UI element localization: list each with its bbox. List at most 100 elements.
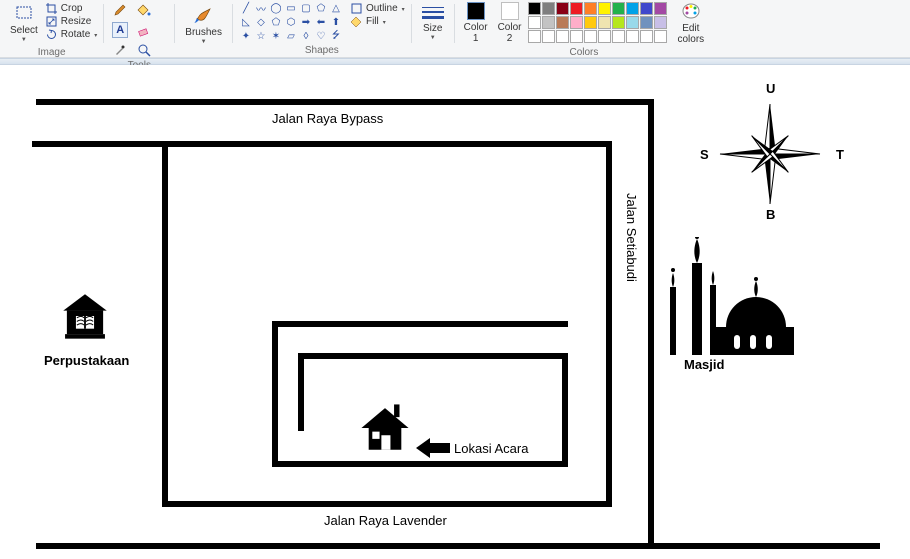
mosque-icon [664,237,794,358]
palette-swatch[interactable] [654,16,667,29]
event-location-label: Lokasi Acara [454,441,528,456]
palette-swatch[interactable] [598,2,611,15]
fill-icon[interactable] [136,2,152,18]
group-colors: Color 1 Color 2 Edit colors Colors [455,0,714,57]
chevron-down-icon: ▾ [383,19,386,26]
shape-star5-icon[interactable]: ☆ [254,30,268,43]
color-palette[interactable] [528,2,667,43]
shapes-gallery[interactable]: ╱ 〰 ◯ ▭ ▢ ⬠ △ ◺ ◇ ⬠ ⬡ ➡ ⬅ ⬆ ✦ ☆ ✶ ▱ ◊ ♡ [239,2,343,43]
crop-button[interactable]: Crop [46,2,97,15]
crop-icon [46,3,58,15]
color2-button[interactable]: Color 2 [498,2,522,44]
shape-hex-icon[interactable]: ⬡ [284,16,298,29]
shape-polygon-icon[interactable]: ⬠ [314,2,328,15]
shape-oval-icon[interactable]: ◯ [269,2,283,15]
eraser-icon[interactable] [136,22,152,38]
road-segment [32,141,168,147]
palette-swatch[interactable] [626,30,639,43]
color-picker-icon[interactable] [112,42,128,58]
shape-rtriangle-icon[interactable]: ◺ [239,16,253,29]
rotate-button[interactable]: Rotate ▾ [46,28,97,41]
shape-heart-icon[interactable]: ♡ [314,30,328,43]
palette-swatch[interactable] [556,2,569,15]
brush-icon [191,4,217,26]
road-segment [162,141,612,147]
palette-swatch[interactable] [640,16,653,29]
palette-swatch[interactable] [612,16,625,29]
shape-outline-button[interactable]: Outline ▾ [351,2,405,15]
drawing-canvas[interactable]: Jalan Raya Bypass Jalan Setiabudi Jalan … [0,65,910,559]
road-segment [36,543,880,549]
group-label-colors: Colors [461,47,708,58]
color1-button[interactable]: Color 1 [464,2,488,44]
palette-swatch[interactable] [626,16,639,29]
pencil-icon[interactable] [112,2,128,18]
palette-swatch[interactable] [528,16,541,29]
palette-swatch[interactable] [542,2,555,15]
group-label-image: Image [6,47,97,58]
shape-star6-icon[interactable]: ✶ [269,30,283,43]
palette-swatch[interactable] [612,2,625,15]
shape-star4-icon[interactable]: ✦ [239,30,253,43]
palette-swatch[interactable] [598,30,611,43]
size-button[interactable]: Size ▼ [418,2,448,43]
chevron-down-icon: ▾ [402,6,405,13]
shape-rect-icon[interactable]: ▭ [284,2,298,15]
library-label: Perpustakaan [44,353,129,368]
edit-colors-button[interactable]: Edit colors [677,2,704,45]
palette-swatch[interactable] [570,16,583,29]
crop-label: Crop [61,3,83,14]
palette-swatch[interactable] [542,30,555,43]
shape-callout1-icon[interactable]: ▱ [284,30,298,43]
brushes-label: Brushes [185,28,222,38]
palette-swatch[interactable] [542,16,555,29]
shape-triangle-icon[interactable]: △ [329,2,343,15]
ribbon: Select ▼ Crop Resize Rotate ▾ Image [0,0,910,58]
brushes-button[interactable]: Brushes ▼ [181,2,226,47]
shape-arrowr-icon[interactable]: ➡ [299,16,313,29]
text-icon[interactable]: A [112,22,128,38]
palette-swatch[interactable] [556,30,569,43]
road-segment [298,353,568,359]
compass-n-label: U [766,81,775,96]
palette-swatch[interactable] [584,16,597,29]
palette-swatch[interactable] [612,30,625,43]
shape-diamond-icon[interactable]: ◇ [254,16,268,29]
select-label: Select [10,26,38,36]
palette-swatch[interactable] [528,30,541,43]
select-button[interactable]: Select ▼ [6,2,42,45]
palette-swatch[interactable] [640,30,653,43]
resize-label: Resize [61,16,92,27]
palette-swatch[interactable] [570,30,583,43]
palette-swatch[interactable] [654,2,667,15]
color1-label-b: 1 [473,33,479,44]
shape-callout2-icon[interactable]: ◊ [299,30,313,43]
shape-lightning-icon[interactable]: ⭍ [329,30,343,43]
size-icon [422,4,444,22]
shape-arrowl-icon[interactable]: ⬅ [314,16,328,29]
resize-button[interactable]: Resize [46,15,97,28]
shape-pentagon-icon[interactable]: ⬠ [269,16,283,29]
magnifier-icon[interactable] [136,42,152,58]
palette-swatch[interactable] [654,30,667,43]
palette-swatch[interactable] [528,2,541,15]
size-label: Size [423,24,442,34]
shape-line-icon[interactable]: ╱ [239,2,253,15]
outline-label: Outline [366,3,398,14]
compass-s-label: B [766,207,775,222]
shape-fill-button[interactable]: Fill ▾ [351,15,405,28]
rotate-icon [46,29,58,41]
palette-swatch[interactable] [556,16,569,29]
chevron-down-icon: ▾ [94,32,97,39]
palette-swatch[interactable] [598,16,611,29]
palette-swatch[interactable] [626,2,639,15]
shape-roundrect-icon[interactable]: ▢ [299,2,313,15]
shape-curve-icon[interactable]: 〰 [254,2,268,15]
road-segment [162,141,168,507]
road-segment [606,141,612,507]
palette-swatch[interactable] [584,2,597,15]
palette-swatch[interactable] [570,2,583,15]
color1-swatch [467,2,485,20]
palette-swatch[interactable] [584,30,597,43]
palette-swatch[interactable] [640,2,653,15]
